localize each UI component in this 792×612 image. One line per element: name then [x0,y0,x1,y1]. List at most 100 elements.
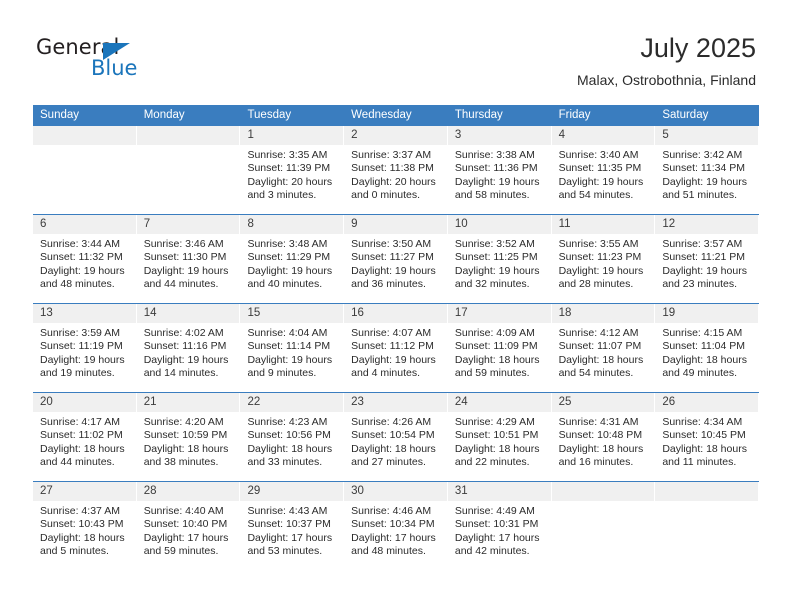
day-details: Sunrise: 4:15 AM Sunset: 11:04 PM Daylight… [655,323,759,381]
calendar-day-cell[interactable]: 16 Sunrise: 4:07 AM Sunset: 11:12 PM Daylig… [344,304,448,392]
sunrise-text: Sunrise: 4:17 AM [40,416,120,428]
day-number-band [136,126,241,145]
calendar-day-cell[interactable]: 23 Sunrise: 4:26 AM Sunset: 10:54 PM Daylig… [344,393,448,481]
daylight-text-line1: Daylight: 19 hours [143,264,229,277]
day-number: 26 [662,396,676,408]
calendar-day-cell-empty [136,126,241,214]
calendar-day-cell[interactable]: 2 Sunrise: 3:37 AM Sunset: 11:38 PM Dayligh… [344,126,448,214]
sunset-text: Sunset: 10:43 PM [40,518,124,531]
calendar-day-cell[interactable]: 30 Sunrise: 4:46 AM Sunset: 10:34 PM Daylig… [344,482,448,570]
day-number-band: 7 [136,215,241,234]
daylight-text-line2: and 53 minutes. [247,545,323,558]
weekday-header-tuesday: Tuesday [247,109,292,121]
calendar-week-row: 6 Sunrise: 3:44 AM Sunset: 11:32 PM Dayligh… [33,214,760,303]
calendar-day-cell[interactable]: 19 Sunrise: 4:15 AM Sunset: 11:04 PM Daylig… [655,304,760,392]
calendar-day-cell[interactable]: 5 Sunrise: 3:42 AM Sunset: 11:34 PM Dayligh… [655,126,760,214]
calendar-day-cell[interactable]: 10 Sunrise: 3:52 AM Sunset: 11:25 PM Daylig… [447,215,552,303]
sunset-text: Sunset: 11:14 PM [247,340,331,353]
calendar-day-cell[interactable]: 6 Sunrise: 3:44 AM Sunset: 11:32 PM Dayligh… [33,215,137,303]
sunrise-text: Sunrise: 4:29 AM [454,416,535,428]
day-number: 28 [143,485,157,497]
day-details: Sunrise: 4:07 AM Sunset: 11:12 PM Daylight… [344,323,448,381]
daylight-text-line1: Daylight: 17 hours [351,531,436,544]
daylight-text-line1: Daylight: 19 hours [247,353,333,366]
calendar-day-cell[interactable]: 26 Sunrise: 4:34 AM Sunset: 10:45 PM Daylig… [655,393,760,481]
day-number-band: 1 [240,126,345,145]
daylight-text-line2: and 54 minutes. [558,189,634,202]
weekday-header-wednesday: Wednesday [351,109,412,121]
day-details: Sunrise: 3:38 AM Sunset: 11:36 PM Daylight… [448,145,552,203]
daylight-text-line1: Daylight: 17 hours [143,531,229,544]
logo-text-blue: Blue [91,56,138,80]
sunrise-text: Sunrise: 4:26 AM [351,416,432,428]
calendar-day-cell[interactable]: 28 Sunrise: 4:40 AM Sunset: 10:40 PM Daylig… [136,482,241,570]
calendar-day-cell[interactable]: 4 Sunrise: 3:40 AM Sunset: 11:35 PM Dayligh… [551,126,656,214]
sunrise-text: Sunrise: 4:04 AM [247,327,328,339]
daylight-text-line2: and 59 minutes. [143,545,219,558]
day-number: 1 [247,129,254,141]
day-details: Sunrise: 3:44 AM Sunset: 11:32 PM Daylight… [33,234,137,292]
day-details: Sunrise: 3:42 AM Sunset: 11:34 PM Daylight… [655,145,759,203]
calendar-day-cell[interactable]: 24 Sunrise: 4:29 AM Sunset: 10:51 PM Daylig… [447,393,552,481]
daylight-text-line2: and 59 minutes. [454,367,530,380]
day-details: Sunrise: 3:57 AM Sunset: 11:21 PM Daylight… [655,234,759,292]
calendar-day-cell[interactable]: 17 Sunrise: 4:09 AM Sunset: 11:09 PM Daylig… [447,304,552,392]
sunrise-text: Sunrise: 4:23 AM [247,416,328,428]
calendar-week-row: 1 Sunrise: 3:35 AM Sunset: 11:39 PM Dayligh… [33,126,760,214]
calendar-day-cell[interactable]: 9 Sunrise: 3:50 AM Sunset: 11:27 PM Dayligh… [344,215,448,303]
day-number-band: 10 [447,215,552,234]
weekday-header-row: Sunday Monday Tuesday Wednesday Thursday Frid… [33,105,759,126]
daylight-text-line2: and 4 minutes. [351,367,421,380]
day-number-band: 3 [447,126,552,145]
day-details: Sunrise: 3:59 AM Sunset: 11:19 PM Daylight… [33,323,137,381]
day-number: 22 [247,396,261,408]
day-number-band: 22 [240,393,345,412]
calendar-day-cell[interactable]: 21 Sunrise: 4:20 AM Sunset: 10:59 PM Daylig… [136,393,241,481]
sunset-text: Sunset: 11:36 PM [454,162,538,175]
daylight-text-line2: and 0 minutes. [351,189,421,202]
calendar-day-cell[interactable]: 25 Sunrise: 4:31 AM Sunset: 10:48 PM Daylig… [551,393,656,481]
calendar-day-cell[interactable]: 31 Sunrise: 4:49 AM Sunset: 10:31 PM Daylig… [447,482,552,570]
calendar-day-cell[interactable]: 11 Sunrise: 3:55 AM Sunset: 11:23 PM Daylig… [551,215,656,303]
calendar-day-cell[interactable]: 18 Sunrise: 4:12 AM Sunset: 11:07 PM Daylig… [551,304,656,392]
day-number: 19 [662,307,676,319]
sunset-text: Sunset: 11:02 PM [40,429,123,442]
daylight-text-line1: Daylight: 19 hours [662,264,747,277]
calendar-day-cell[interactable]: 1 Sunrise: 3:35 AM Sunset: 11:39 PM Dayligh… [240,126,345,214]
sunrise-text: Sunrise: 4:07 AM [351,327,432,339]
sunset-text: Sunset: 11:25 PM [454,251,538,264]
daylight-text-line1: Daylight: 19 hours [247,264,333,277]
calendar-day-cell[interactable]: 29 Sunrise: 4:43 AM Sunset: 10:37 PM Daylig… [240,482,345,570]
calendar-day-cell[interactable]: 7 Sunrise: 3:46 AM Sunset: 11:30 PM Dayligh… [136,215,241,303]
calendar-day-cell[interactable]: 12 Sunrise: 3:57 AM Sunset: 11:21 PM Daylig… [655,215,760,303]
daylight-text-line1: Daylight: 18 hours [558,353,644,366]
day-number: 6 [40,218,47,230]
calendar-day-cell[interactable]: 3 Sunrise: 3:38 AM Sunset: 11:36 PM Dayligh… [447,126,552,214]
calendar-day-cell[interactable]: 22 Sunrise: 4:23 AM Sunset: 10:56 PM Daylig… [240,393,345,481]
general-blue-logo[interactable]: General Blue [36,36,166,82]
day-number: 8 [247,218,254,230]
day-number-band: 5 [655,126,760,145]
daylight-text-line2: and 14 minutes. [143,367,219,380]
calendar-day-cell[interactable]: 27 Sunrise: 4:37 AM Sunset: 10:43 PM Daylig… [33,482,137,570]
daylight-text-line1: Daylight: 19 hours [40,264,125,277]
day-number-band: 18 [551,304,656,323]
daylight-text-line1: Daylight: 19 hours [40,353,125,366]
sunrise-text: Sunrise: 3:42 AM [662,149,743,161]
day-number-band [33,126,137,145]
day-number-band: 8 [240,215,345,234]
calendar-day-cell[interactable]: 20 Sunrise: 4:17 AM Sunset: 11:02 PM Daylig… [33,393,137,481]
day-details: Sunrise: 4:23 AM Sunset: 10:56 PM Daylight… [240,412,344,470]
page-header: General Blue July 2025 Malax, Ostrobothn… [0,0,792,104]
calendar-day-cell[interactable]: 13 Sunrise: 3:59 AM Sunset: 11:19 PM Daylig… [33,304,137,392]
calendar-day-cell[interactable]: 15 Sunrise: 4:04 AM Sunset: 11:14 PM Daylig… [240,304,345,392]
day-details [655,501,759,505]
day-number-band: 29 [240,482,345,501]
day-details: Sunrise: 4:49 AM Sunset: 10:31 PM Daylight… [448,501,552,559]
calendar-day-cell[interactable]: 14 Sunrise: 4:02 AM Sunset: 11:16 PM Daylig… [136,304,241,392]
daylight-text-line1: Daylight: 17 hours [454,531,540,544]
daylight-text-line1: Daylight: 19 hours [558,175,644,188]
daylight-text-line2: and 44 minutes. [143,278,219,291]
sunset-text: Sunset: 10:59 PM [143,429,228,442]
calendar-day-cell[interactable]: 8 Sunrise: 3:48 AM Sunset: 11:29 PM Dayligh… [240,215,345,303]
